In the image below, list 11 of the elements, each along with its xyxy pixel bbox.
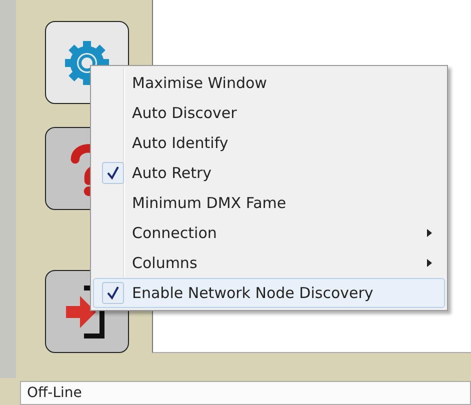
menu-item[interactable]: Auto Identify xyxy=(93,128,445,158)
menu-item[interactable]: Columns xyxy=(93,248,445,278)
menu-item[interactable]: Connection xyxy=(93,218,445,248)
menu-item[interactable]: Auto Retry xyxy=(93,158,445,188)
status-text: Off-Line xyxy=(27,385,82,401)
menu-item[interactable]: Maximise Window xyxy=(93,68,445,98)
menu-item[interactable]: Minimum DMX Fame xyxy=(93,188,445,218)
submenu-arrow-icon xyxy=(427,229,432,237)
menu-item[interactable]: Enable Network Node Discovery xyxy=(93,278,445,308)
menu-item[interactable]: Auto Discover xyxy=(93,98,445,128)
submenu-arrow-icon xyxy=(427,259,432,267)
